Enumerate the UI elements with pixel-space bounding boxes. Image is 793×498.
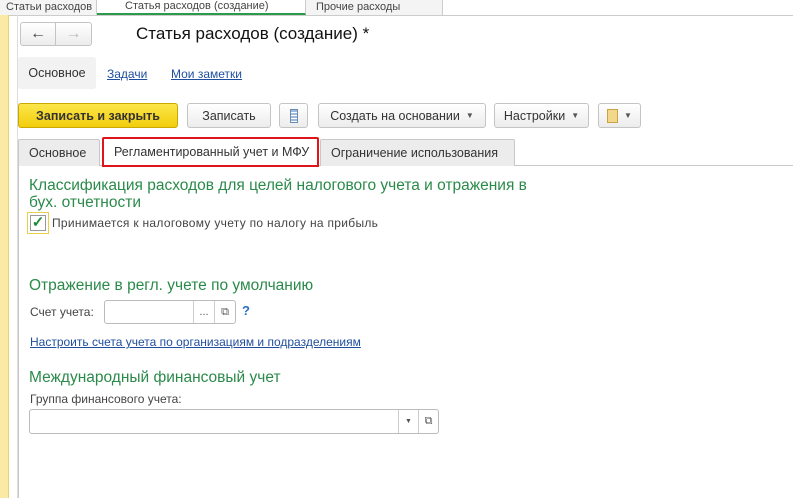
list-button[interactable] [279, 103, 308, 128]
account-input[interactable] [105, 301, 193, 323]
forward-button[interactable]: → [55, 22, 92, 46]
left-strip [0, 15, 9, 498]
fin-group-field[interactable]: ▼ ⧉ [29, 409, 439, 434]
window-tab-expense-item-create[interactable]: Статья расходов (создание) [97, 0, 306, 15]
nav-tasks[interactable]: Задачи [107, 67, 147, 81]
chevron-down-icon: ▼ [624, 111, 632, 120]
configure-accounts-link[interactable]: Настроить счета учета по организациям и … [30, 335, 361, 349]
tax-checkbox-label[interactable]: Принимается к налоговому учету по налогу… [52, 216, 378, 230]
tab-label: Статьи расходов [6, 1, 93, 13]
window-tab-expense-items[interactable]: Статьи расходов [0, 0, 97, 15]
chevron-down-icon: ▼ [465, 111, 474, 120]
document-icon [607, 108, 619, 123]
checkmark-icon: ✓ [30, 214, 46, 231]
tax-checkbox[interactable]: ✓ [27, 212, 49, 234]
divider [0, 15, 793, 16]
button-label: Создать на основании [330, 108, 460, 123]
button-label: Настройки [503, 108, 566, 123]
save-and-close-button[interactable]: Записать и закрыть [18, 103, 178, 128]
tab-main[interactable]: Основное [18, 139, 100, 166]
tab-usage-restriction[interactable]: Ограничение использования [320, 139, 515, 166]
tab-label: Статья расходов (создание) [125, 0, 269, 12]
arrow-right-icon: → [65, 25, 82, 42]
section-title-classification: Классификация расходов для целей налогов… [29, 177, 527, 194]
nav-notes[interactable]: Мои заметки [171, 67, 242, 81]
select-button[interactable]: ... [193, 301, 214, 323]
section-title-regulated: Отражение в регл. учете по умолчанию [29, 277, 314, 294]
list-icon [289, 108, 298, 123]
arrow-left-icon: ← [30, 25, 46, 42]
settings-button[interactable]: Настройки ▼ [494, 103, 589, 128]
save-button[interactable]: Записать [187, 103, 271, 128]
tab-label: Прочие расходы [316, 1, 401, 13]
window-tab-other-expenses[interactable]: Прочие расходы [306, 0, 443, 15]
chevron-down-icon: ▼ [571, 111, 580, 120]
chevron-down-icon[interactable]: ▼ [398, 410, 418, 433]
section-title-classification-line2: бух. отчетности [29, 194, 141, 211]
create-based-on-button[interactable]: Создать на основании ▼ [318, 103, 486, 128]
open-icon[interactable]: ⧉ [214, 301, 235, 323]
open-icon[interactable]: ⧉ [418, 410, 438, 433]
account-field[interactable]: ... ⧉ [104, 300, 236, 324]
tab-panel [18, 165, 793, 498]
fin-group-input[interactable] [30, 410, 398, 433]
section-title-ifrs: Международный финансовый учет [29, 369, 281, 386]
help-icon[interactable]: ? [242, 303, 250, 318]
page-title: Статья расходов (создание) * [136, 24, 370, 43]
reports-button[interactable]: ▼ [598, 103, 641, 128]
account-label: Счет учета: [30, 305, 94, 319]
back-button[interactable]: ← [20, 22, 56, 46]
fin-group-label: Группа финансового учета: [30, 392, 182, 406]
nav-main[interactable]: Основное [18, 57, 96, 89]
tab-regulated-accounting[interactable]: Регламентированный учет и МФУ [102, 137, 319, 167]
